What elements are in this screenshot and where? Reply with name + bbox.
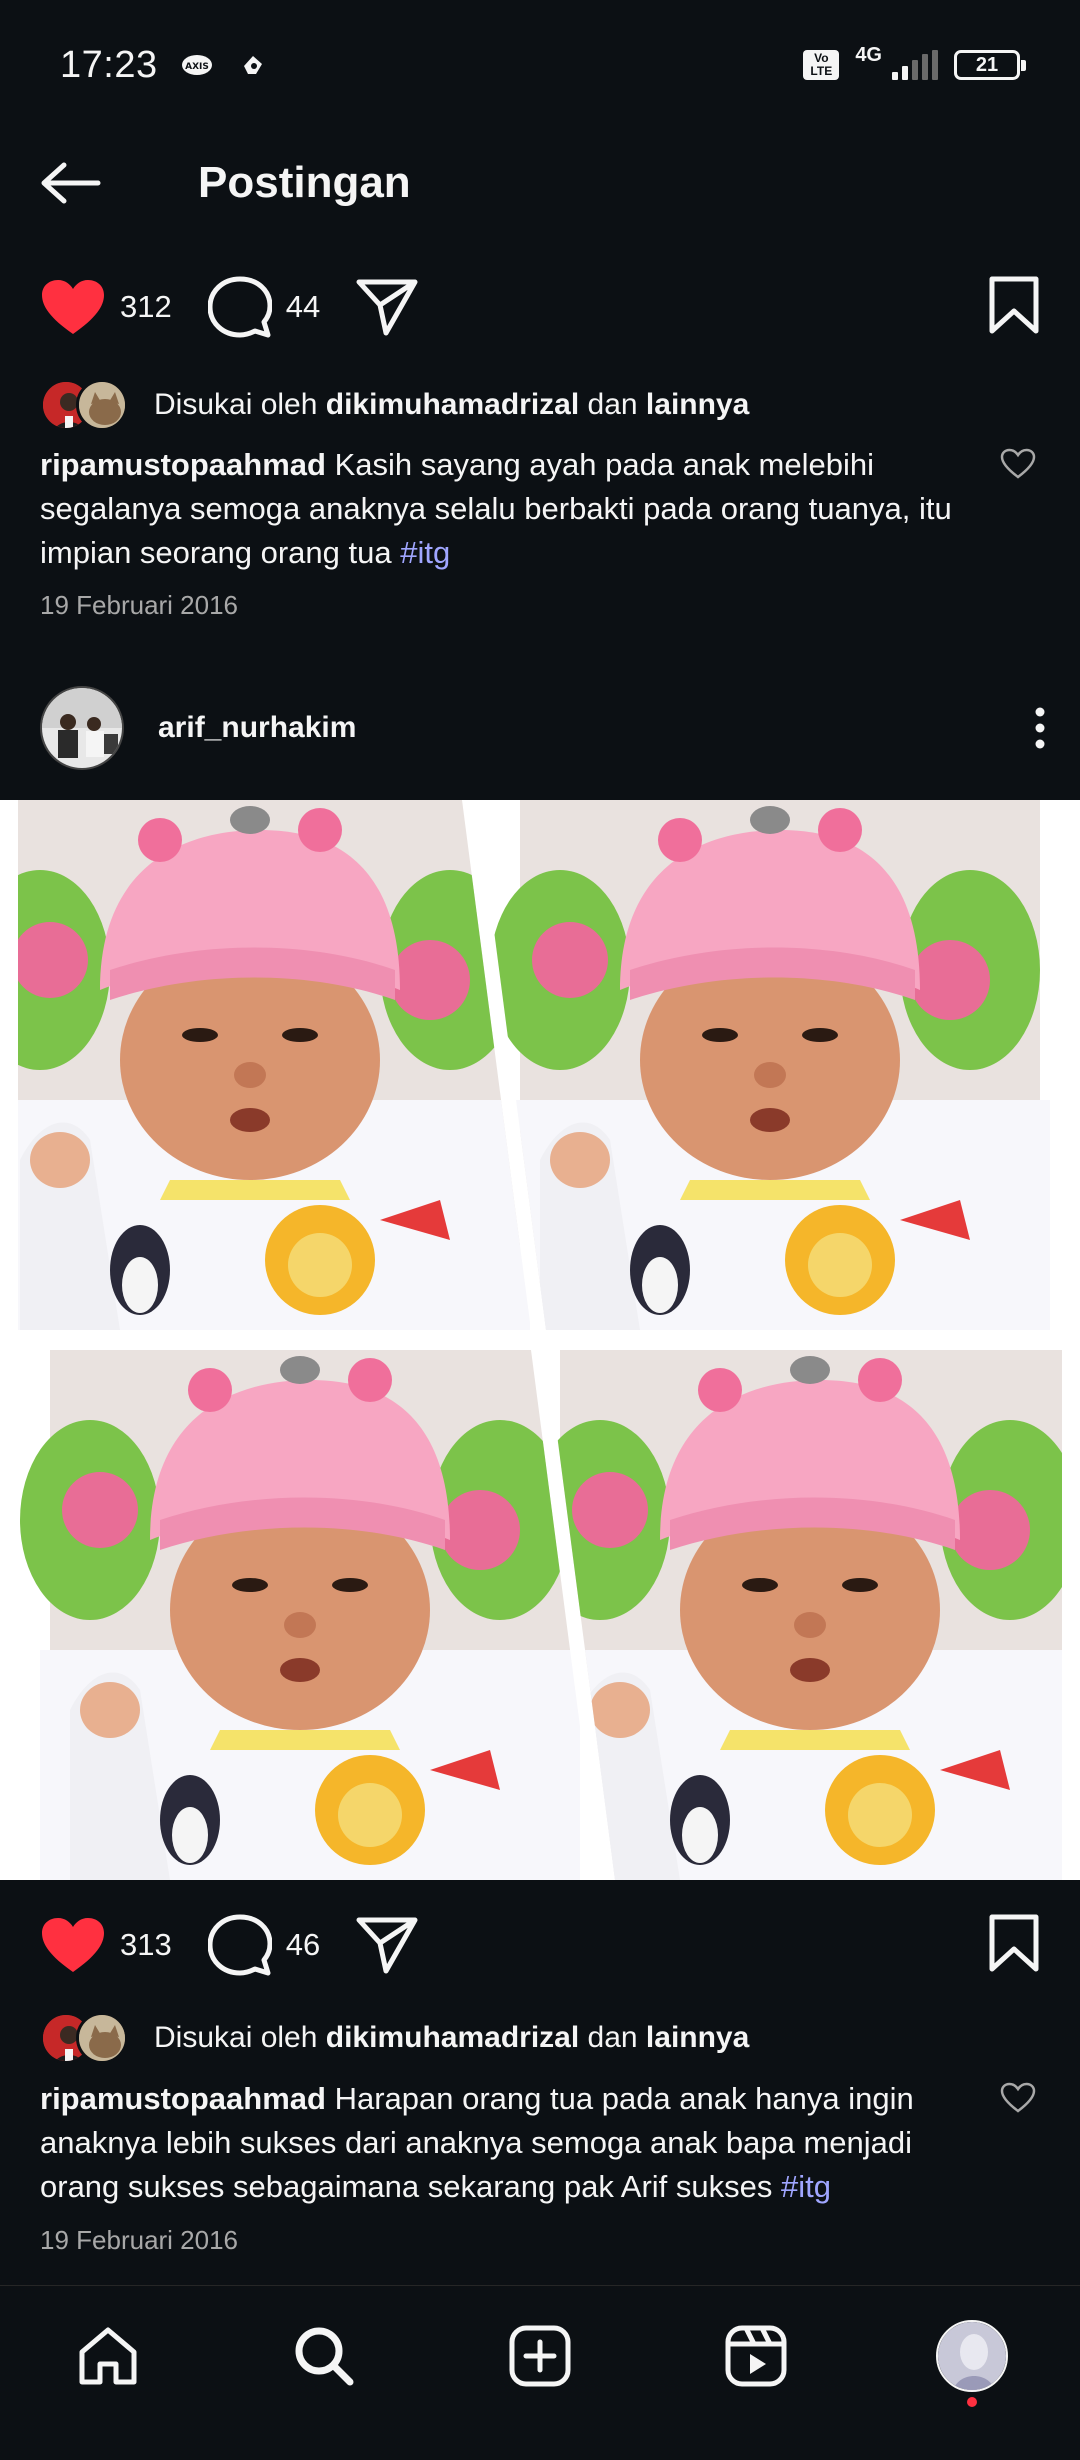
post2-image-collage[interactable]	[0, 800, 1080, 1880]
nav-create-button[interactable]	[495, 2311, 585, 2401]
liked-prefix: Disukai oleh	[154, 2021, 318, 2054]
heart-outline-icon[interactable]	[1000, 448, 1036, 480]
caption-hashtag[interactable]: #itg	[400, 535, 450, 570]
create-icon	[509, 2325, 571, 2386]
signal-icon	[892, 50, 938, 80]
post1-action-bar: 312 44	[0, 262, 1080, 352]
battery-icon: 21	[954, 50, 1026, 80]
author-username[interactable]: arif_nurhakim	[158, 711, 356, 745]
nav-home-button[interactable]	[63, 2311, 153, 2401]
collage-photo-4	[546, 1350, 1062, 1880]
volte-badge: Vo LTE	[803, 50, 840, 80]
post1-comment-button[interactable]: 44	[207, 276, 321, 338]
avatar	[76, 2012, 128, 2064]
nav-search-button[interactable]	[279, 2311, 369, 2401]
svg-text:AXIS: AXIS	[185, 62, 209, 72]
status-bar: 17:23 AXIS Vo LTE 4G 21	[0, 0, 1080, 130]
liked-user[interactable]: dikimuhamadrizal	[326, 388, 579, 422]
liked-by-avatars	[40, 2012, 132, 2064]
bottom-navigation	[0, 2285, 1080, 2460]
liked-and: dan	[587, 2021, 638, 2054]
heart-filled-icon	[42, 1918, 104, 1972]
post1-like-button[interactable]: 312	[40, 278, 172, 336]
heart-outline-icon[interactable]	[1000, 2082, 1036, 2114]
back-button[interactable]	[38, 153, 118, 213]
collage-photo-1	[18, 800, 530, 1330]
network-type: 4G	[855, 44, 882, 66]
more-vertical-icon	[1035, 707, 1045, 749]
baby-photo-collage	[0, 800, 1080, 1880]
home-icon	[79, 2327, 137, 2384]
post1-save-button[interactable]	[988, 275, 1040, 340]
battery-level: 21	[975, 53, 999, 76]
liked-by-avatars	[40, 379, 132, 431]
arrow-left-icon	[41, 162, 101, 203]
liked-and: dan	[587, 388, 638, 421]
notification-dot	[967, 2396, 977, 2407]
app-notification-icon	[243, 56, 262, 74]
collage-photo-2	[490, 800, 1050, 1330]
collage-photo-3	[20, 1350, 580, 1880]
post1-share-button[interactable]	[356, 278, 418, 336]
post2-save-button[interactable]	[988, 1913, 1040, 1978]
liked-user[interactable]: dikimuhamadrizal	[326, 2021, 579, 2055]
more-options-button[interactable]	[1020, 698, 1060, 758]
post2-like-button[interactable]: 313	[40, 1916, 172, 1974]
post2-comment-button[interactable]: 46	[207, 1914, 321, 1976]
top-bar: Postingan	[0, 130, 1080, 235]
post2-liked-by[interactable]: Disukai oleh dikimuhamadrizal dan lainny…	[40, 2010, 749, 2066]
post2-comment-count: 46	[285, 1927, 321, 1962]
post2-share-button[interactable]	[356, 1916, 418, 1974]
axis-notification-icon: AXIS	[181, 55, 212, 75]
liked-others[interactable]: lainnya	[646, 2021, 749, 2055]
liked-others[interactable]: lainnya	[646, 388, 749, 422]
comment-icon	[207, 276, 272, 338]
caption-username[interactable]: ripamustopaahmad	[40, 447, 326, 482]
liked-prefix: Disukai oleh	[154, 388, 318, 421]
send-icon	[356, 279, 418, 336]
post2-like-count: 313	[120, 1927, 172, 1962]
post2-caption: ripamustopaahmad Harapan orang tua pada …	[40, 2077, 970, 2209]
bookmark-icon	[989, 1914, 1039, 1971]
nav-reels-button[interactable]	[711, 2311, 801, 2401]
post1-liked-by[interactable]: Disukai oleh dikimuhamadrizal dan lainny…	[40, 377, 749, 433]
caption-username[interactable]: ripamustopaahmad	[40, 2081, 326, 2116]
post1-like-count: 312	[120, 289, 172, 324]
avatar	[76, 379, 128, 431]
author-avatar[interactable]	[40, 686, 124, 770]
send-icon	[356, 1917, 418, 1974]
nav-profile-button[interactable]	[927, 2311, 1017, 2407]
post2-author-row: arif_nurhakim	[40, 685, 1045, 771]
post1-date: 19 Februari 2016	[40, 590, 239, 620]
post2-action-bar: 313 46	[0, 1900, 1080, 1990]
post1-caption: ripamustopaahmad Kasih sayang ayah pada …	[40, 443, 970, 575]
comment-icon	[207, 1914, 272, 1976]
profile-avatar	[936, 2319, 1008, 2392]
status-time: 17:23	[60, 43, 158, 86]
search-icon	[295, 2327, 354, 2385]
bookmark-icon	[989, 276, 1039, 333]
page-title: Postingan	[198, 157, 411, 207]
caption-hashtag[interactable]: #itg	[781, 2169, 831, 2204]
reels-icon	[725, 2325, 787, 2386]
post2-date: 19 Februari 2016	[40, 2225, 239, 2255]
heart-filled-icon	[42, 280, 104, 334]
post1-comment-count: 44	[285, 289, 321, 324]
